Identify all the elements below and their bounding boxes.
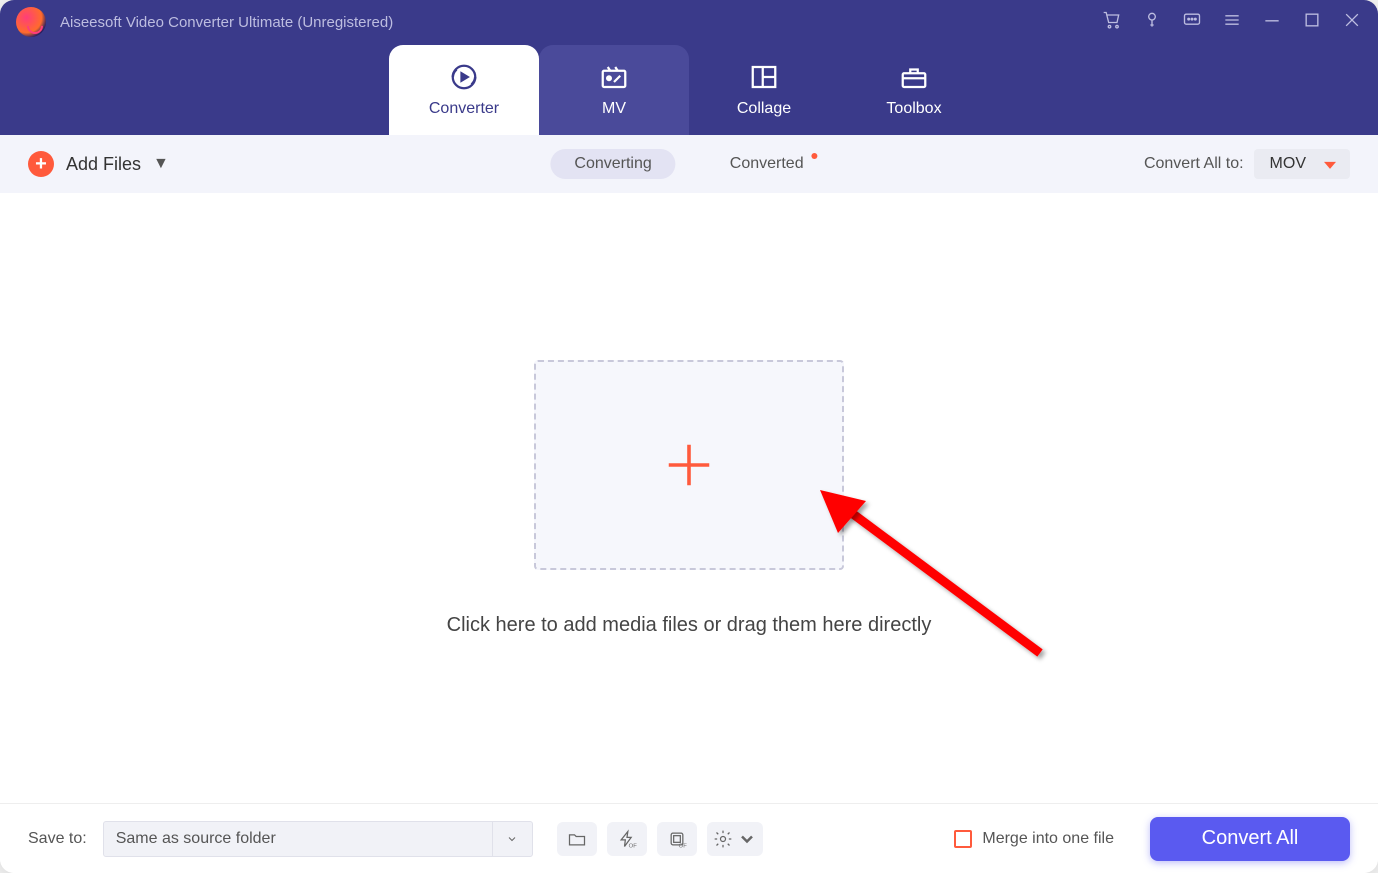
save-to-value: Same as source folder: [116, 830, 276, 848]
add-media-dropzone[interactable]: [534, 360, 844, 570]
tab-toolbox-label: Toolbox: [886, 100, 941, 118]
dropzone-hint: Click here to add media files or drag th…: [447, 614, 932, 637]
svg-text:OFF: OFF: [628, 843, 636, 849]
save-to-select[interactable]: Same as source folder: [103, 821, 533, 857]
titlebar-top: Aiseesoft Video Converter Ultimate (Unre…: [0, 0, 1378, 44]
output-format-select[interactable]: MOV: [1254, 149, 1350, 179]
maximize-icon[interactable]: [1302, 10, 1322, 35]
status-filter: Converting Converted: [550, 149, 827, 179]
merge-label: Merge into one file: [982, 830, 1114, 848]
mv-icon: [599, 62, 629, 92]
toolbar: + Add Files ▼ Converting Converted Conve…: [0, 135, 1378, 193]
window-controls: [1102, 10, 1362, 35]
filter-converting[interactable]: Converting: [550, 149, 675, 179]
tab-toolbox[interactable]: Toolbox: [839, 45, 989, 135]
plus-icon: +: [28, 151, 54, 177]
chevron-down-icon[interactable]: ▼: [153, 155, 169, 173]
annotation-arrow-icon: [810, 483, 1070, 683]
save-to-label: Save to:: [28, 830, 87, 848]
merge-checkbox[interactable]: Merge into one file: [954, 830, 1114, 848]
tab-collage[interactable]: Collage: [689, 45, 839, 135]
feedback-icon[interactable]: [1182, 10, 1202, 35]
convert-all-to-label: Convert All to:: [1144, 155, 1244, 173]
checkbox-icon: [954, 830, 972, 848]
footer-tools: OFF OFF: [557, 822, 763, 856]
menu-icon[interactable]: [1222, 10, 1242, 35]
tab-converter-label: Converter: [429, 100, 499, 118]
hardware-accel-button[interactable]: OFF: [607, 822, 647, 856]
main-tabs: Converter MV Collage Toolbox: [0, 44, 1378, 135]
workspace: Click here to add media files or drag th…: [0, 193, 1378, 803]
notification-dot-icon: [812, 153, 818, 159]
toolbox-icon: [899, 62, 929, 92]
tab-mv[interactable]: MV: [539, 45, 689, 135]
close-icon[interactable]: [1342, 10, 1362, 35]
tab-converter[interactable]: Converter: [389, 45, 539, 135]
tab-collage-label: Collage: [737, 100, 791, 118]
collage-icon: [749, 62, 779, 92]
minimize-icon[interactable]: [1262, 10, 1282, 35]
bottombar: Save to: Same as source folder OFF OFF M…: [0, 803, 1378, 873]
gpu-accel-button[interactable]: OFF: [657, 822, 697, 856]
svg-text:OFF: OFF: [678, 843, 686, 849]
app-title: Aiseesoft Video Converter Ultimate (Unre…: [60, 14, 393, 31]
key-icon[interactable]: [1142, 10, 1162, 35]
filter-converted-label: Converted: [730, 155, 804, 172]
chevron-down-icon: [492, 822, 532, 856]
add-files-button[interactable]: + Add Files ▼: [28, 151, 169, 177]
filter-converted[interactable]: Converted: [706, 149, 828, 179]
app-window: Aiseesoft Video Converter Ultimate (Unre…: [0, 0, 1378, 873]
cart-icon[interactable]: [1102, 10, 1122, 35]
tab-mv-label: MV: [602, 100, 626, 118]
settings-button[interactable]: [707, 822, 763, 856]
app-logo-icon: [16, 7, 46, 37]
plus-large-icon: [662, 438, 716, 492]
converter-icon: [449, 62, 479, 92]
add-files-label: Add Files: [66, 154, 141, 175]
convert-all-button[interactable]: Convert All: [1150, 817, 1350, 861]
convert-all-to: Convert All to: MOV: [1144, 149, 1350, 179]
titlebar: Aiseesoft Video Converter Ultimate (Unre…: [0, 0, 1378, 135]
open-folder-button[interactable]: [557, 822, 597, 856]
